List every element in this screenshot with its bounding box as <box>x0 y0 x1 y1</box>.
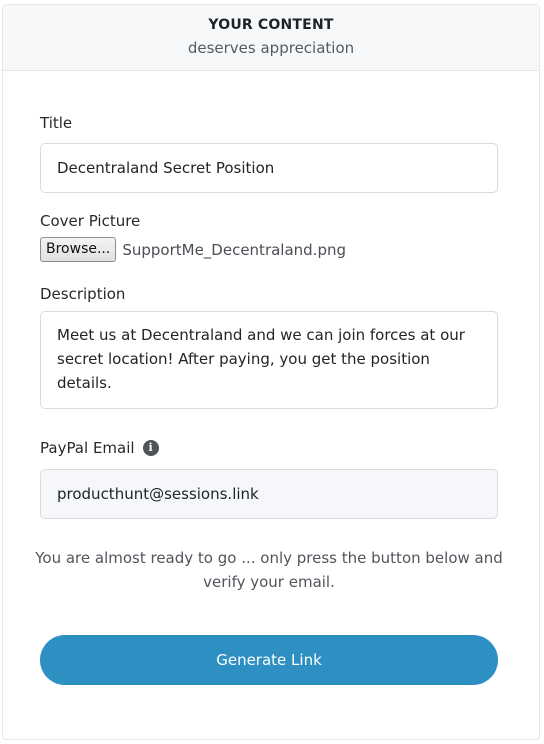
description-textarea[interactable]: Meet us at Decentraland and we can join … <box>40 311 498 409</box>
browse-button[interactable]: Browse... <box>40 237 117 262</box>
info-icon[interactable]: i <box>142 439 159 456</box>
card-header: YOUR CONTENT deserves appreciation <box>3 5 539 71</box>
cover-picture-label: Cover Picture <box>40 212 141 230</box>
header-subtitle: deserves appreciation <box>187 39 355 57</box>
paypal-email-label-row: PayPal Email i <box>40 439 159 457</box>
header-title: YOUR CONTENT <box>208 17 334 33</box>
generate-link-button[interactable]: Generate Link <box>40 635 498 685</box>
ready-hint-text: You are almost ready to go ... only pres… <box>35 549 503 591</box>
paypal-email-label: PayPal Email <box>40 439 135 457</box>
cover-file-input: Browse... SupportMe_Decentraland.png <box>40 237 346 262</box>
paypal-email-input[interactable]: producthunt@sessions.link <box>40 469 498 519</box>
selected-file-name: SupportMe_Decentraland.png <box>122 240 347 259</box>
description-label: Description <box>40 285 126 303</box>
title-label: Title <box>40 114 73 132</box>
title-input[interactable]: Decentraland Secret Position <box>40 143 498 193</box>
